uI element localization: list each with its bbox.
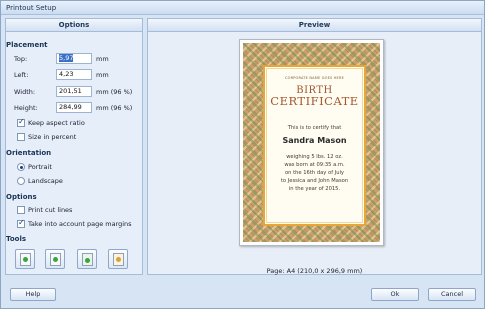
help-button[interactable]: Help: [10, 288, 56, 301]
print-cut-lines-checkbox[interactable]: [17, 206, 25, 214]
fit-page-icon: [20, 253, 31, 266]
certificate-frame: CORPORATE NAME GOES HERE BIRTH CERTIFICA…: [263, 65, 366, 226]
move-arrows-icon: [82, 253, 93, 266]
top-unit: mm: [96, 55, 109, 63]
certificate-title: BIRTH CERTIFICATE: [265, 85, 364, 107]
plaid-border-pattern: CORPORATE NAME GOES HERE BIRTH CERTIFICA…: [243, 43, 380, 242]
title-bar: Printout Setup: [1, 1, 484, 15]
center-page-button[interactable]: [45, 249, 65, 269]
size-percent-checkbox[interactable]: [17, 133, 25, 141]
width-field[interactable]: 201,51: [56, 86, 92, 97]
preview-header: Preview: [148, 19, 481, 32]
options-header: Options: [6, 19, 142, 32]
left-unit: mm: [96, 71, 109, 79]
ok-button[interactable]: Ok: [371, 288, 419, 301]
reset-icon: [113, 253, 124, 266]
left-label: Left:: [14, 71, 29, 79]
width-unit: mm (96 %): [96, 88, 133, 96]
options-heading: Options: [6, 193, 37, 201]
orientation-heading: Orientation: [6, 149, 52, 157]
top-field[interactable]: 5,97: [56, 53, 92, 64]
keep-aspect-label: Keep aspect ratio: [28, 119, 85, 127]
certificate-body-line: on the 16th day of July: [284, 170, 344, 176]
certificate-body-line: weighing 5 lbs. 12 oz.: [286, 154, 343, 160]
move-button[interactable]: [77, 249, 97, 269]
certificate-body-line: to Jessica and John Mason: [280, 178, 349, 184]
landscape-label: Landscape: [28, 177, 63, 185]
page-size-info: Page: A4 (210,0 x 296,9 mm): [266, 267, 363, 275]
landscape-radio[interactable]: [17, 177, 25, 185]
certificate-body-line: in the year of 2015.: [288, 186, 341, 192]
printout-setup-window: Printout Setup Options Placement Top: 5,…: [0, 0, 485, 309]
width-label: Width:: [14, 88, 36, 96]
page-margins-label: Take into account page margins: [28, 220, 132, 228]
certificate-org: CORPORATE NAME GOES HERE: [284, 76, 345, 80]
height-unit: mm (96 %): [96, 104, 133, 112]
radio-dot-icon: [19, 165, 23, 169]
cancel-button[interactable]: Cancel: [428, 288, 476, 301]
certificate-title-line2: CERTIFICATE: [270, 94, 359, 108]
height-label: Height:: [14, 104, 38, 112]
height-field[interactable]: 284,99: [56, 102, 92, 113]
print-cut-lines-label: Print cut lines: [28, 206, 73, 214]
left-field[interactable]: 4,23: [56, 69, 92, 80]
page-margins-checkbox[interactable]: ✓: [17, 218, 25, 228]
certificate-certify: This is to certify that: [287, 125, 342, 131]
fit-page-button[interactable]: [15, 249, 35, 269]
certificate-name: Sandra Mason: [282, 136, 347, 145]
checkmark-icon: ✓: [18, 218, 25, 227]
placement-heading: Placement: [6, 41, 48, 49]
center-page-icon: [50, 253, 61, 266]
preview-page: CORPORATE NAME GOES HERE BIRTH CERTIFICA…: [239, 39, 384, 246]
checkmark-icon: ✓: [18, 117, 25, 126]
portrait-label: Portrait: [28, 163, 52, 171]
top-value: 5,97: [59, 54, 74, 62]
reset-button[interactable]: [108, 249, 128, 269]
keep-aspect-checkbox[interactable]: ✓: [17, 117, 25, 127]
portrait-radio[interactable]: [17, 163, 25, 171]
top-label: Top:: [14, 55, 28, 63]
size-percent-label: Size in percent: [28, 133, 77, 141]
tools-heading: Tools: [6, 235, 27, 243]
certificate-body-line: was born at 09:35 a.m.: [284, 162, 345, 168]
